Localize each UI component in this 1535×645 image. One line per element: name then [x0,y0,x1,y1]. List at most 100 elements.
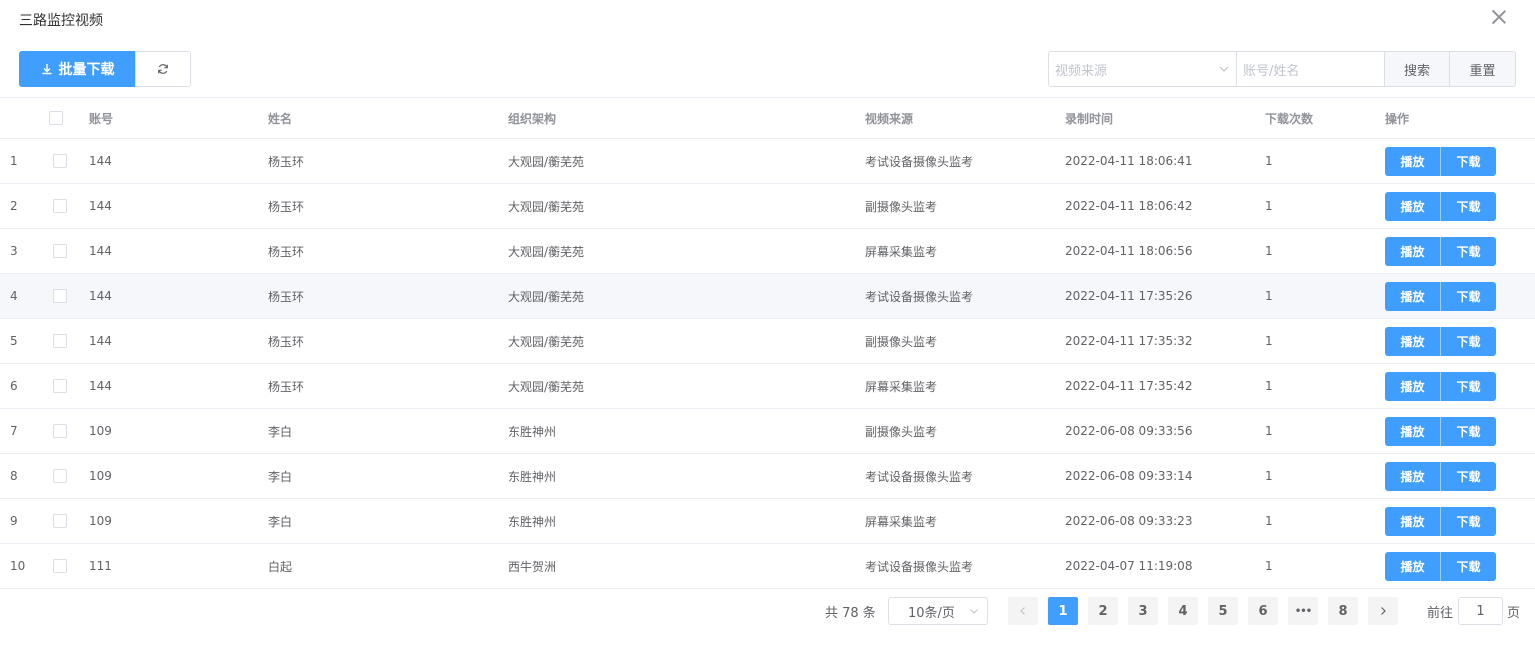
row-checkbox[interactable] [53,424,67,438]
row-index: 3 [10,244,18,258]
play-button[interactable]: 播放 [1385,146,1441,176]
cell-source: 屏幕采集监考 [865,514,938,529]
cell-count: 1 [1265,334,1273,348]
header-count: 下载次数 [1265,111,1314,126]
cell-operations: 播放 下载 [1385,506,1496,536]
cell-account: 144 [89,244,112,258]
table-row: 1 144 杨玉环 大观园/蘅芜苑 考试设备摄像头监考 2022-04-11 18:06:… [0,139,1535,184]
row-checkbox[interactable] [53,379,67,393]
close-icon[interactable] [1491,9,1507,25]
play-button[interactable]: 播放 [1385,461,1441,491]
play-button[interactable]: 播放 [1385,236,1441,266]
page-button[interactable]: 2 [1088,597,1118,625]
play-button[interactable]: 播放 [1385,281,1441,311]
cell-time: 2022-06-08 09:33:23 [1065,514,1193,528]
play-button[interactable]: 播放 [1385,191,1441,221]
cell-count: 1 [1265,244,1273,258]
cell-count: 1 [1265,154,1273,168]
cell-time: 2022-06-08 09:33:56 [1065,424,1193,438]
download-button[interactable]: 下载 [1441,326,1496,356]
cell-org: 大观园/蘅芜苑 [508,334,585,349]
page-button[interactable]: 5 [1208,597,1238,625]
cell-operations: 播放 下载 [1385,146,1496,176]
goto-suffix: 页 [1507,606,1521,621]
goto-prefix: 前往 [1427,606,1454,621]
cell-count: 1 [1265,424,1273,438]
cell-operations: 播放 下载 [1385,191,1496,221]
play-button[interactable]: 播放 [1385,416,1441,446]
next-page-button[interactable] [1368,597,1398,625]
video-source-select[interactable]: 视频来源 [1048,51,1236,87]
header-operation: 操作 [1385,111,1410,126]
cell-account: 144 [89,199,112,213]
refresh-button[interactable] [135,51,191,87]
header-account: 账号 [89,111,114,126]
row-index: 6 [10,379,18,393]
row-checkbox[interactable] [53,514,67,528]
page-button[interactable]: 4 [1168,597,1198,625]
table-row: 10 111 白起 西牛贺洲 考试设备摄像头监考 2022-04-07 11:19:08 1… [0,544,1535,589]
download-button[interactable]: 下载 [1441,371,1496,401]
cell-time: 2022-04-11 17:35:42 [1065,379,1193,393]
row-checkbox[interactable] [53,199,67,213]
cell-org: 西牛贺洲 [508,559,557,574]
search-button[interactable]: 搜索 [1384,51,1449,87]
table-row: 3 144 杨玉环 大观园/蘅芜苑 屏幕采集监考 2022-04-11 18:06:56 1… [0,229,1535,274]
reset-button[interactable]: 重置 [1449,51,1516,87]
download-button[interactable]: 下载 [1441,461,1496,491]
more-pages-ellipsis[interactable]: ••• [1288,597,1318,625]
page-button[interactable]: 3 [1128,597,1158,625]
goto-page-input[interactable]: 1 [1458,597,1503,625]
cell-count: 1 [1265,379,1273,393]
cell-operations: 播放 下载 [1385,461,1496,491]
select-all-checkbox[interactable] [49,111,63,125]
cell-time: 2022-04-07 11:19:08 [1065,559,1193,573]
cell-name: 李白 [268,424,293,439]
cell-operations: 播放 下载 [1385,281,1496,311]
play-button[interactable]: 播放 [1385,551,1441,581]
row-checkbox[interactable] [53,244,67,258]
download-button[interactable]: 下载 [1441,236,1496,266]
cell-source: 屏幕采集监考 [865,379,938,394]
refresh-icon [158,64,168,74]
cell-name: 杨玉环 [268,289,305,304]
account-name-input[interactable]: 账号/姓名 [1236,51,1384,87]
row-checkbox[interactable] [53,559,67,573]
download-button[interactable]: 下载 [1441,416,1496,446]
video-source-placeholder: 视频来源 [1055,63,1108,79]
prev-page-button[interactable] [1008,597,1038,625]
cell-source: 副摄像头监考 [865,424,938,439]
cell-account: 109 [89,469,112,483]
download-button[interactable]: 下载 [1441,146,1496,176]
page-size-select[interactable]: 10条/页 [888,597,988,625]
play-button[interactable]: 播放 [1385,506,1441,536]
row-checkbox[interactable] [53,334,67,348]
cell-count: 1 [1265,514,1273,528]
play-button[interactable]: 播放 [1385,371,1441,401]
row-checkbox[interactable] [53,289,67,303]
table-body: 1 144 杨玉环 大观园/蘅芜苑 考试设备摄像头监考 2022-04-11 18:06:… [0,139,1535,589]
row-index: 4 [10,289,18,303]
row-index: 7 [10,424,18,438]
header-time: 录制时间 [1065,111,1114,126]
download-button[interactable]: 下载 [1441,191,1496,221]
chevron-left-icon [1020,607,1025,615]
batch-download-button[interactable]: 批量下载 [19,51,136,87]
cell-account: 109 [89,514,112,528]
page-button[interactable]: 6 [1248,597,1278,625]
row-checkbox[interactable] [53,154,67,168]
row-checkbox[interactable] [53,469,67,483]
header-name: 姓名 [268,111,293,126]
page-button[interactable]: 1 [1048,597,1078,625]
page-button[interactable]: 8 [1328,597,1358,625]
cell-name: 杨玉环 [268,334,305,349]
download-button[interactable]: 下载 [1441,551,1496,581]
download-button[interactable]: 下载 [1441,506,1496,536]
cell-account: 144 [89,334,112,348]
cell-name: 杨玉环 [268,244,305,259]
play-button[interactable]: 播放 [1385,326,1441,356]
cell-count: 1 [1265,559,1273,573]
header-source: 视频来源 [865,111,914,126]
cell-account: 144 [89,289,112,303]
download-button[interactable]: 下载 [1441,281,1496,311]
